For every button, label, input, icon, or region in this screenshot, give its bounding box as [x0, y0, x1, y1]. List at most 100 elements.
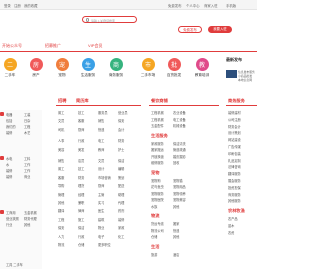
left-footer[interactable]: 工具 二手车: [6, 262, 23, 267]
latest-thumbnail[interactable]: [226, 70, 237, 78]
recruit-item[interactable]: 主管: [98, 192, 104, 197]
business-item[interactable]: 农产品: [228, 216, 238, 221]
resume-title[interactable]: 简历库: [76, 98, 89, 104]
category-education[interactable]: 教 教育培训: [192, 57, 212, 91]
life-item[interactable]: 宠物狗: [151, 178, 161, 183]
life-item[interactable]: 搬家搬运: [151, 147, 164, 152]
life-item[interactable]: 宠物医院: [151, 197, 164, 202]
agriculture-title[interactable]: 农林牧渔: [228, 208, 245, 214]
left-cell[interactable]: 装修: [6, 130, 12, 135]
life-item[interactable]: 管道疏通: [173, 147, 186, 152]
life-services-title[interactable]: 生活服务: [151, 133, 168, 139]
left-cell[interactable]: 水: [6, 162, 9, 167]
business-item[interactable]: 礼品定制: [228, 158, 241, 163]
recruit-item[interactable]: 管理: [58, 192, 64, 197]
free-post-button[interactable]: 免费发布: [178, 26, 202, 33]
mobile-link[interactable]: 手机版: [226, 3, 236, 8]
recruit-item[interactable]: 实习: [98, 200, 104, 205]
life-item[interactable]: 仓储: [151, 234, 157, 239]
favorites-link[interactable]: 我的收藏: [24, 3, 38, 8]
recruit-item[interactable]: 工程: [58, 217, 64, 222]
life-item[interactable]: 其他: [173, 234, 179, 239]
left-cell[interactable]: 我们的: [6, 124, 16, 129]
recruit-item[interactable]: 客服: [78, 118, 84, 123]
login-link[interactable]: 登录: [4, 3, 11, 8]
life-item[interactable]: 维修服务: [151, 160, 164, 165]
left-cell[interactable]: 行业: [6, 222, 12, 227]
business-item[interactable]: 展会服务: [228, 178, 241, 183]
category-real-estate[interactable]: 房 房产: [26, 57, 46, 91]
business-item[interactable]: 商务服务: [228, 192, 241, 197]
recruit-item[interactable]: 编辑: [118, 166, 124, 171]
left-cell[interactable]: 装修: [6, 168, 12, 173]
life-item[interactable]: 保洁清洗: [173, 141, 186, 146]
food-title[interactable]: 餐饮商铺: [151, 98, 168, 104]
life-item[interactable]: 工程机械: [151, 117, 164, 122]
user-center-link[interactable]: 个人中心: [186, 3, 200, 8]
life-item[interactable]: 回收: [173, 160, 179, 165]
recruit-item[interactable]: 服务员: [98, 110, 108, 115]
recruit-item[interactable]: 医生: [98, 208, 104, 213]
promo-link[interactable]: 招募推广: [45, 43, 61, 49]
life-item[interactable]: 物流公司: [151, 228, 164, 233]
recruit-item[interactable]: 技工: [78, 110, 84, 115]
life-item[interactable]: 工程机械: [151, 110, 164, 115]
recruit-item[interactable]: 物流: [58, 242, 64, 247]
recruit-item[interactable]: 技工: [78, 166, 84, 171]
recruit-item[interactable]: 厨师: [98, 183, 104, 188]
recruit-item[interactable]: 市场营销: [98, 175, 111, 180]
left-cell[interactable]: 工商用: [6, 210, 16, 215]
left-cell[interactable]: 其他: [24, 222, 30, 227]
life-item[interactable]: 快递: [173, 228, 179, 233]
business-item[interactable]: 设计策划: [228, 130, 241, 135]
recruit-item[interactable]: 会计: [118, 127, 124, 132]
recruit-item[interactable]: 人事: [58, 138, 64, 143]
life-item[interactable]: 五金配件: [151, 123, 164, 128]
left-cell[interactable]: 日杂: [24, 118, 30, 123]
business-title[interactable]: 商务服务: [228, 98, 245, 104]
recruit-item[interactable]: 设计: [98, 166, 104, 171]
business-item[interactable]: 农资: [228, 230, 234, 235]
left-cell[interactable]: 水电: [6, 156, 12, 161]
life-item[interactable]: 宠物用品: [173, 184, 186, 189]
business-item[interactable]: 其他服务: [228, 198, 241, 203]
left-cell[interactable]: 工作: [24, 168, 30, 173]
recruit-item[interactable]: 施工: [78, 217, 84, 222]
left-cell[interactable]: 电器: [6, 112, 12, 117]
recruit-item[interactable]: 人力: [58, 234, 64, 239]
left-cell[interactable]: 工作: [24, 162, 30, 167]
recruit-item[interactable]: 司机: [58, 127, 64, 132]
recruit-item[interactable]: 更多职位: [98, 242, 111, 247]
left-cell[interactable]: 工料: [24, 156, 30, 161]
left-cell[interactable]: 包括: [6, 118, 12, 123]
business-item[interactable]: 装修建材: [228, 110, 241, 115]
recruit-item[interactable]: 药剂: [118, 208, 124, 213]
life-item[interactable]: 水族: [151, 204, 157, 209]
left-cell[interactable]: 财务代理: [24, 216, 37, 221]
recruit-item[interactable]: 快递: [98, 127, 104, 132]
life-item[interactable]: 宠物美容: [173, 197, 186, 202]
recruit-item[interactable]: 销售: [58, 158, 64, 163]
recruit-item[interactable]: 行政: [78, 138, 84, 143]
merchant-join-link[interactable]: 商家入驻: [204, 3, 218, 8]
recruit-item[interactable]: 店员: [78, 158, 84, 163]
recruit-item[interactable]: 经理: [78, 192, 84, 197]
category-pets[interactable]: 宠 宠物: [52, 57, 72, 91]
city-selector[interactable]: 开始公众号: [2, 43, 22, 49]
recruit-item[interactable]: 配送: [118, 183, 124, 188]
business-item[interactable]: 广告传媒: [228, 144, 241, 149]
recruit-item[interactable]: 其他: [58, 200, 64, 205]
join-button[interactable]: 我要入驻: [208, 26, 232, 33]
left-cell[interactable]: 工程: [24, 124, 30, 129]
business-item[interactable]: 翻译服务: [228, 171, 241, 176]
recruit-item[interactable]: 助理: [118, 192, 124, 197]
recruit-item[interactable]: 营业员: [118, 110, 128, 115]
life-item[interactable]: 旅游: [151, 252, 157, 257]
recruit-item[interactable]: 理货: [78, 183, 84, 188]
life-item[interactable]: 宠物服务: [151, 191, 164, 196]
recruit-title[interactable]: 招聘: [58, 98, 66, 104]
recruit-item[interactable]: 销售: [98, 118, 104, 123]
left-cell[interactable]: 商业: [24, 174, 30, 179]
recruit-item[interactable]: 文员: [58, 118, 64, 123]
life-item[interactable]: 货运专线: [151, 221, 164, 226]
